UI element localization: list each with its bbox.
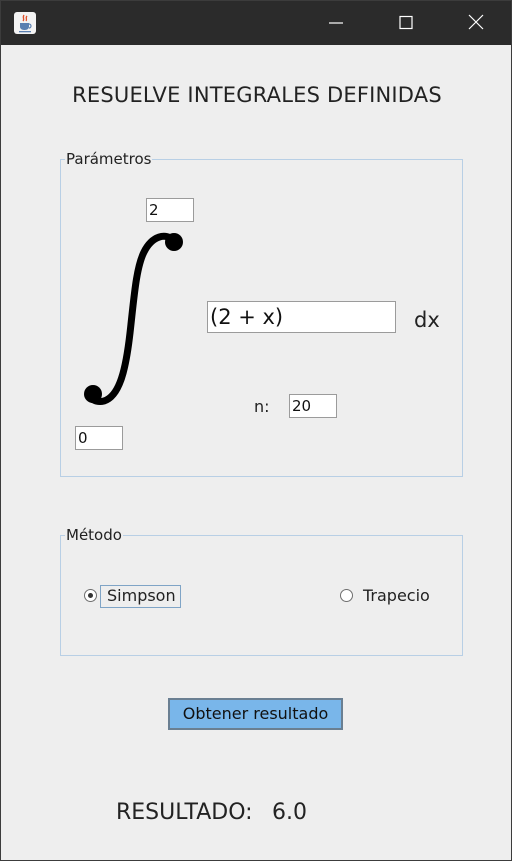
simpson-label[interactable]: Simpson (100, 585, 181, 608)
parametros-legend: Parámetros (65, 150, 153, 168)
maximize-button[interactable] (383, 1, 429, 45)
title-bar (1, 1, 511, 45)
obtener-resultado-button[interactable]: Obtener resultado (168, 698, 343, 730)
trapecio-label[interactable]: Trapecio (363, 586, 430, 605)
trapecio-radio[interactable] (340, 589, 353, 602)
minimize-button[interactable] (313, 1, 359, 45)
simpson-radio[interactable] (84, 589, 97, 602)
minimize-icon (329, 22, 343, 24)
upper-limit-input[interactable]: 2 (146, 198, 194, 222)
n-label: n: (254, 397, 270, 416)
n-input[interactable]: 20 (289, 394, 337, 418)
integral-sign-icon (84, 232, 183, 405)
radio-selected-dot (88, 593, 93, 598)
dx-label: dx (414, 308, 440, 332)
metodo-legend: Método (65, 526, 123, 544)
result-value: 6.0 (272, 800, 307, 825)
result-label: RESULTADO: (116, 800, 253, 825)
java-cup-icon[interactable] (14, 12, 36, 34)
lower-limit-input[interactable]: 0 (75, 426, 123, 450)
maximize-icon (399, 15, 413, 30)
close-icon (468, 14, 484, 30)
function-input[interactable]: (2 + x) (207, 301, 396, 333)
close-button[interactable] (453, 1, 499, 45)
page-title: RESUELVE INTEGRALES DEFINIDAS (72, 83, 442, 107)
